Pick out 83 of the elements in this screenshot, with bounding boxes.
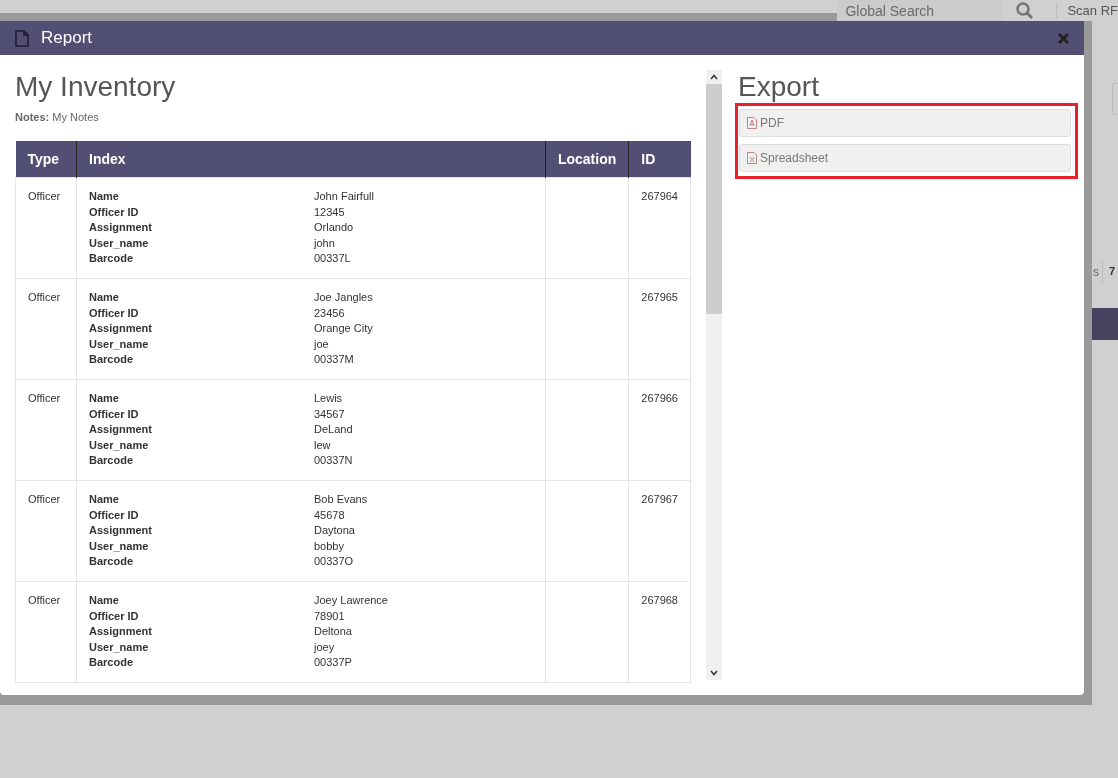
field-value: Joe Jangles — [314, 291, 374, 303]
table-cell: 267968 — [628, 581, 691, 683]
field-label: Name — [89, 392, 120, 404]
field-label: Officer ID — [89, 205, 140, 218]
field-label: Assignment — [89, 625, 153, 637]
field-value: 00337L — [314, 252, 352, 264]
export-button[interactable]: PDF — [739, 109, 1071, 137]
field-value: 00337O — [314, 555, 355, 567]
field-value: Orange City — [314, 322, 374, 334]
field-label: Barcode — [89, 656, 135, 668]
export-button[interactable]: Spreadsheet — [739, 144, 1071, 172]
field-label: Barcode — [89, 454, 135, 466]
scroll-up-icon[interactable] — [710, 74, 718, 80]
column-header: Index — [76, 141, 546, 178]
document-icon — [15, 29, 29, 47]
field-label: User_name — [89, 337, 150, 350]
field-label: Officer ID — [89, 407, 140, 420]
export-heading: Export — [738, 70, 820, 104]
notes-text: Notes: My Notes — [15, 111, 100, 123]
field-value: Lewis — [314, 392, 344, 404]
table-cell: Officer — [15, 379, 77, 481]
field-value: john — [314, 236, 336, 249]
column-header: Location — [545, 141, 629, 178]
field-value: Joey Lawrence — [314, 594, 389, 606]
field-label: Barcode — [89, 555, 135, 567]
field-value: Deltona — [314, 625, 353, 637]
report-heading: My Inventory — [15, 70, 177, 104]
spreadsheet-file-icon — [747, 152, 757, 164]
field-label: Assignment — [89, 524, 153, 536]
field-value: Bob Evans — [314, 493, 369, 505]
field-value: 45678 — [314, 508, 346, 521]
field-label: Barcode — [89, 353, 135, 365]
column-header: Type — [15, 141, 77, 178]
close-icon[interactable] — [1058, 32, 1069, 44]
field-label: User_name — [89, 438, 150, 451]
field-label: User_name — [89, 539, 150, 552]
scroll-down-icon[interactable] — [710, 670, 718, 676]
pdf-file-icon — [747, 117, 757, 129]
field-label: User_name — [89, 236, 150, 249]
field-label: Barcode — [89, 252, 135, 264]
field-value: 00337N — [314, 454, 354, 466]
field-value: 12345 — [314, 205, 346, 218]
field-value: joey — [314, 640, 336, 653]
field-value: 00337P — [314, 656, 353, 668]
field-value: joe — [314, 337, 330, 350]
field-value: Daytona — [314, 524, 356, 536]
field-label: Assignment — [89, 221, 153, 233]
search-field[interactable]: Global Search — [837, 0, 1003, 21]
table-header: s — [1093, 260, 1103, 284]
field-value: 78901 — [314, 609, 346, 622]
field-value: lew — [314, 438, 332, 451]
field-label: Officer ID — [89, 508, 140, 521]
field-value: 23456 — [314, 306, 346, 319]
field-label: Name — [89, 594, 120, 606]
field-label: Assignment — [89, 423, 153, 435]
search-icon[interactable] — [1016, 1, 1035, 20]
table-cell: Officer — [15, 581, 77, 683]
table-cell: Officer — [15, 480, 77, 582]
table-cell: 267966 — [628, 379, 691, 481]
table-cell: Officer — [15, 177, 77, 279]
field-label: Officer ID — [89, 609, 140, 622]
table-cell: 267965 — [628, 278, 691, 380]
table-cell: 267967 — [628, 480, 691, 582]
field-label: User_name — [89, 640, 150, 653]
field-label: Assignment — [89, 322, 153, 334]
field-value: Orlando — [314, 221, 355, 233]
field-label: Name — [89, 291, 120, 303]
field-value: DeLand — [314, 423, 354, 435]
field-value: John Fairfull — [314, 190, 375, 202]
scrollbar[interactable] — [706, 70, 722, 680]
field-value: 34567 — [314, 407, 346, 420]
dialog-title: Report — [41, 28, 94, 48]
table-cell: 267964 — [628, 177, 691, 279]
table-cell: Officer — [15, 278, 77, 380]
field-value: bobby — [314, 539, 345, 552]
field-value: 00337M — [314, 353, 355, 365]
field-label: Name — [89, 493, 120, 505]
column-header: ID — [628, 141, 691, 178]
field-label: Name — [89, 190, 120, 202]
field-label: Officer ID — [89, 306, 140, 319]
scan-link[interactable]: Scan RF — [1056, 3, 1118, 18]
scrollbar-thumb[interactable] — [706, 84, 722, 314]
table-cell-text: 7 — [1108, 264, 1117, 279]
